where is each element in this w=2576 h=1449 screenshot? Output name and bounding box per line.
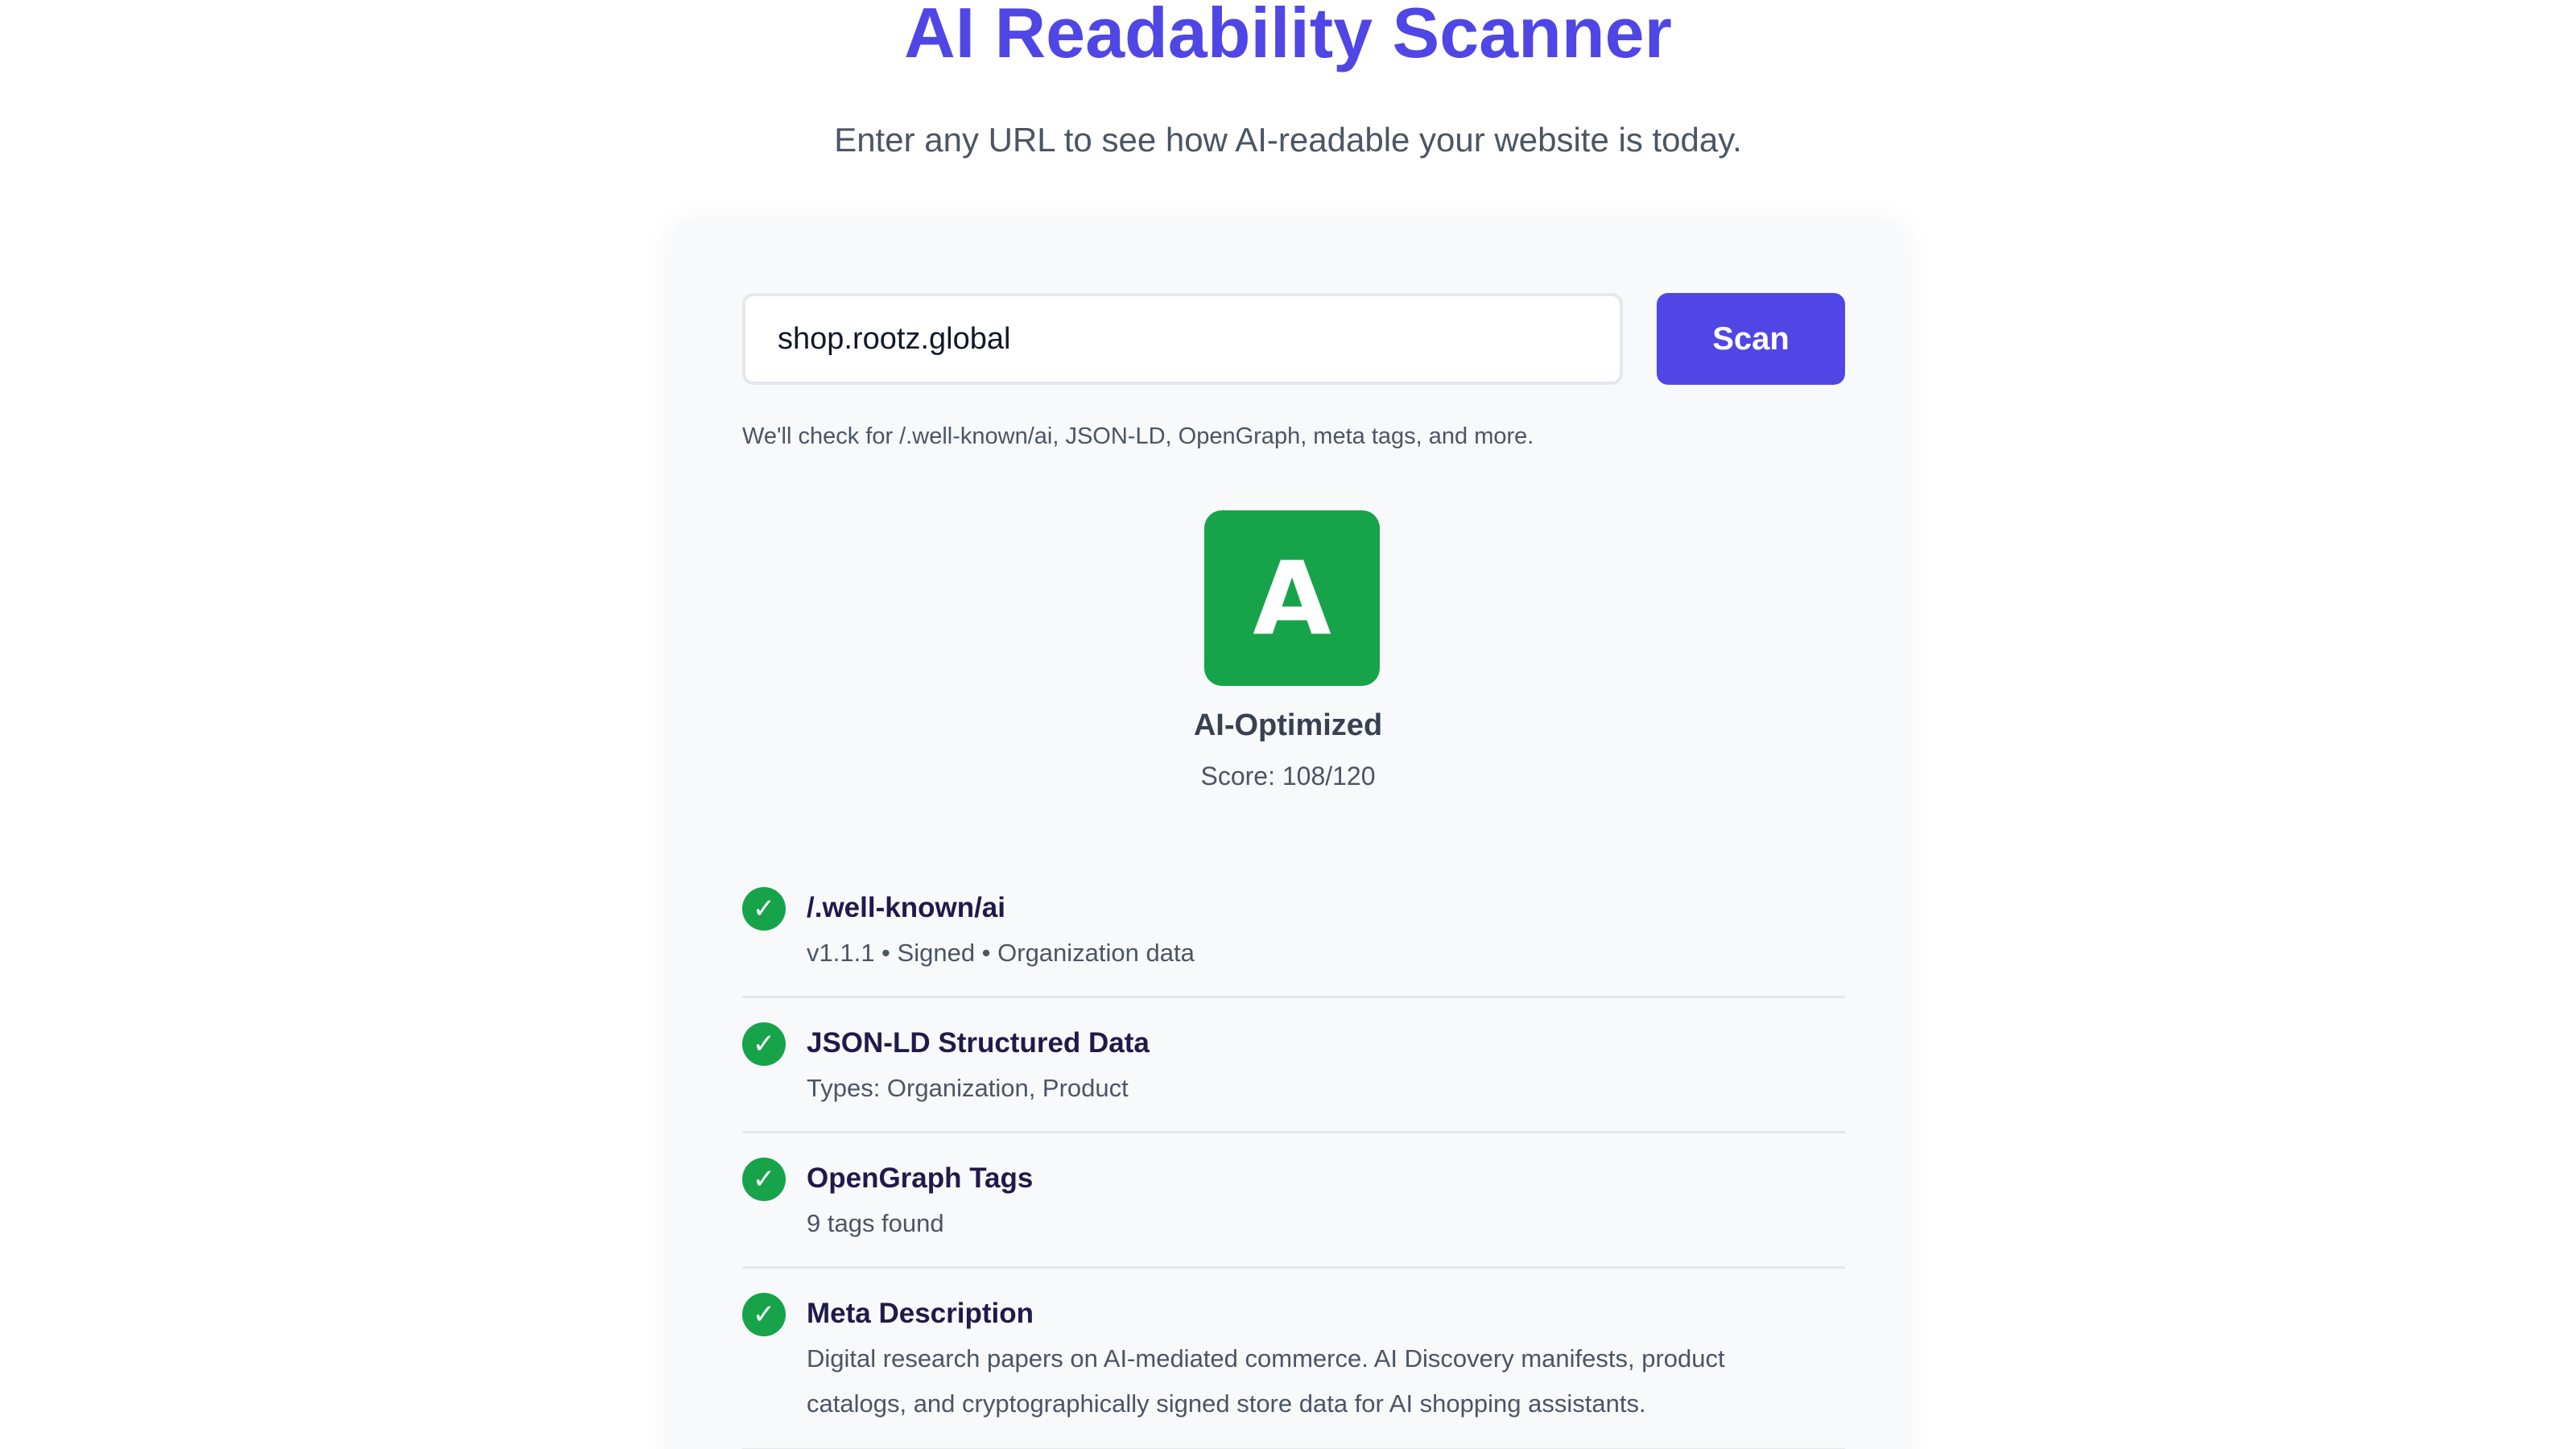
score-text: Score: 108/120 — [1200, 762, 1376, 791]
check-item-json-ld: ✓ JSON-LD Structured Data Types: Organiz… — [742, 998, 1845, 1133]
check-icon: ✓ — [742, 887, 786, 931]
check-title: Meta Description — [807, 1298, 1034, 1329]
scanner-card: Scan We'll check for /.well-known/ai, JS… — [671, 219, 1905, 1449]
check-item-meta-description: ✓ Meta Description Digital research pape… — [742, 1269, 1845, 1449]
grade-badge: A — [1204, 510, 1380, 686]
check-title: OpenGraph Tags — [807, 1162, 1034, 1194]
check-title: JSON-LD Structured Data — [807, 1027, 1150, 1059]
page-title: AI Readability Scanner — [904, 0, 1672, 72]
check-icon: ✓ — [742, 1022, 786, 1066]
url-input[interactable] — [742, 293, 1623, 385]
scan-hint: We'll check for /.well-known/ai, JSON-LD… — [742, 423, 1534, 449]
check-icon: ✓ — [742, 1293, 786, 1336]
check-icon: ✓ — [742, 1158, 786, 1201]
check-item-well-known-ai: ✓ /.well-known/ai v1.1.1 • Signed • Orga… — [742, 863, 1845, 998]
grade-label: AI-Optimized — [1193, 708, 1383, 742]
check-detail: Digital research papers on AI-mediated c… — [807, 1344, 1725, 1418]
page: AI Readability Scanner Enter any URL to … — [0, 0, 2576, 1449]
page-subtitle: Enter any URL to see how AI-readable you… — [834, 121, 1742, 159]
checks-list: ✓ /.well-known/ai v1.1.1 • Signed • Orga… — [742, 863, 1845, 1449]
check-detail: Types: Organization, Product — [807, 1074, 1129, 1102]
check-title: /.well-known/ai — [807, 892, 1005, 923]
check-item-opengraph: ✓ OpenGraph Tags 9 tags found — [742, 1133, 1845, 1269]
scan-button[interactable]: Scan — [1657, 293, 1845, 385]
check-detail: 9 tags found — [807, 1209, 944, 1237]
check-detail: v1.1.1 • Signed • Organization data — [807, 939, 1195, 967]
